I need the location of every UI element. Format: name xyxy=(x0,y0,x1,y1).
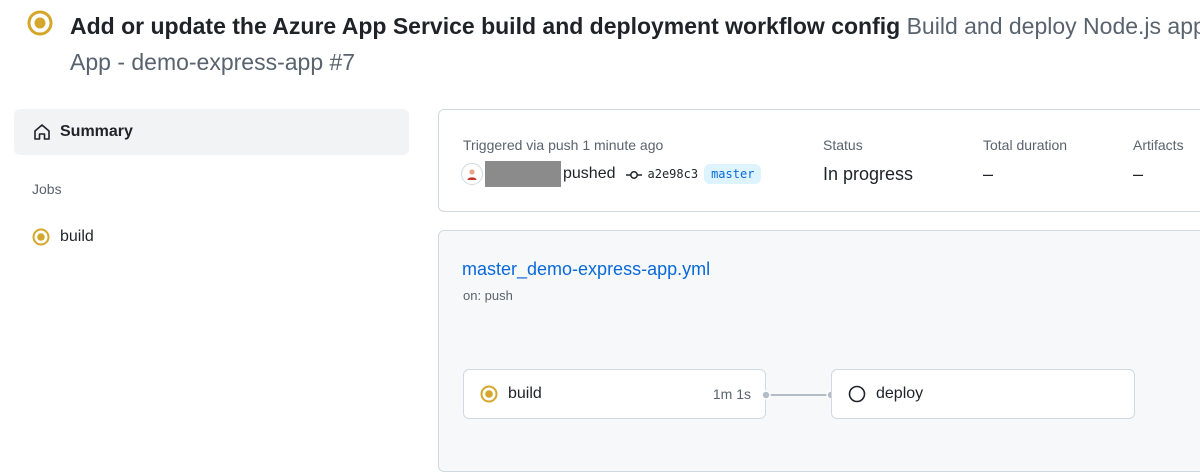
avatar[interactable] xyxy=(461,163,483,185)
page-title: Add or update the Azure App Service buil… xyxy=(70,10,1200,44)
sidebar-item-summary[interactable]: Summary xyxy=(14,109,409,155)
status-value: In progress xyxy=(823,164,914,184)
jobs-heading: Jobs xyxy=(32,181,62,197)
job-connector xyxy=(761,390,836,400)
sidebar-item-label: build xyxy=(60,228,94,245)
home-icon xyxy=(32,122,52,142)
trigger-details: pushed a2e98c3 master xyxy=(461,161,762,187)
sidebar-item-build[interactable]: build xyxy=(14,222,409,252)
workflow-file-link[interactable]: master_demo-express-app.yml xyxy=(462,259,710,280)
run-title: Add or update the Azure App Service buil… xyxy=(70,13,901,39)
git-commit-icon xyxy=(625,168,642,180)
job-node-label: deploy xyxy=(876,385,924,402)
duration-label: Total duration xyxy=(983,137,1068,153)
workflow-trigger: on: push xyxy=(463,288,513,303)
artifacts-label: Artifacts xyxy=(1133,137,1184,153)
in-progress-icon xyxy=(27,10,53,36)
workflow-graph: master_demo-express-app.yml on: push bui… xyxy=(438,230,1200,472)
workflow-name-line1: Build and deploy Node.js app to Azure We… xyxy=(906,13,1200,39)
trigger-label: Triggered via push 1 minute ago xyxy=(463,137,664,153)
duration-value: – xyxy=(983,164,994,184)
job-node-build[interactable]: build 1m 1s xyxy=(463,369,766,419)
pushed-text: pushed xyxy=(563,165,616,182)
job-node-deploy[interactable]: deploy xyxy=(831,369,1135,419)
artifacts-value: – xyxy=(1133,164,1144,184)
in-progress-icon xyxy=(480,385,498,403)
status-label: Status xyxy=(823,137,863,153)
in-progress-icon xyxy=(32,228,50,246)
branch-badge[interactable]: master xyxy=(704,164,762,184)
redacted-username xyxy=(485,161,561,187)
job-duration: 1m 1s xyxy=(712,386,751,402)
sidebar-item-label: Summary xyxy=(60,123,133,140)
commit-sha-link[interactable]: a2e98c3 xyxy=(648,167,699,181)
run-summary-card: Triggered via push 1 minute ago pushed a… xyxy=(438,109,1200,212)
queued-circle-icon xyxy=(848,385,866,403)
job-node-label: build xyxy=(508,385,542,402)
workflow-name-line2: App - demo-express-app #7 xyxy=(70,49,356,75)
